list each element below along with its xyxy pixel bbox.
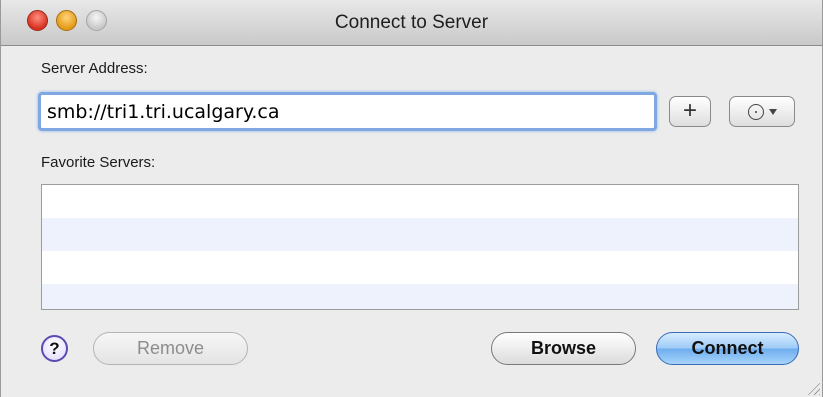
help-button[interactable]: ? [41, 335, 68, 362]
recent-servers-button[interactable] [729, 96, 795, 127]
server-address-input[interactable] [38, 92, 657, 131]
list-item[interactable] [42, 185, 798, 218]
favorite-servers-label: Favorite Servers: [41, 154, 156, 171]
chevron-down-icon [768, 108, 777, 115]
connect-to-server-window: Connect to Server Server Address: + Favo… [0, 0, 823, 397]
browse-button[interactable]: Browse [491, 332, 636, 365]
add-to-favorites-button[interactable]: + [669, 96, 711, 127]
server-address-label: Server Address: [41, 60, 148, 77]
plus-icon: + [682, 96, 697, 124]
remove-button[interactable]: Remove [93, 332, 248, 365]
list-item[interactable] [42, 218, 798, 251]
favorite-servers-list[interactable] [41, 184, 799, 310]
resize-grip[interactable] [806, 381, 820, 395]
clock-icon [747, 103, 764, 120]
connect-button[interactable]: Connect [656, 332, 799, 365]
title-bar[interactable]: Connect to Server [1, 0, 822, 46]
window-title: Connect to Server [334, 12, 489, 33]
list-item[interactable] [42, 284, 798, 309]
list-item[interactable] [42, 251, 798, 284]
